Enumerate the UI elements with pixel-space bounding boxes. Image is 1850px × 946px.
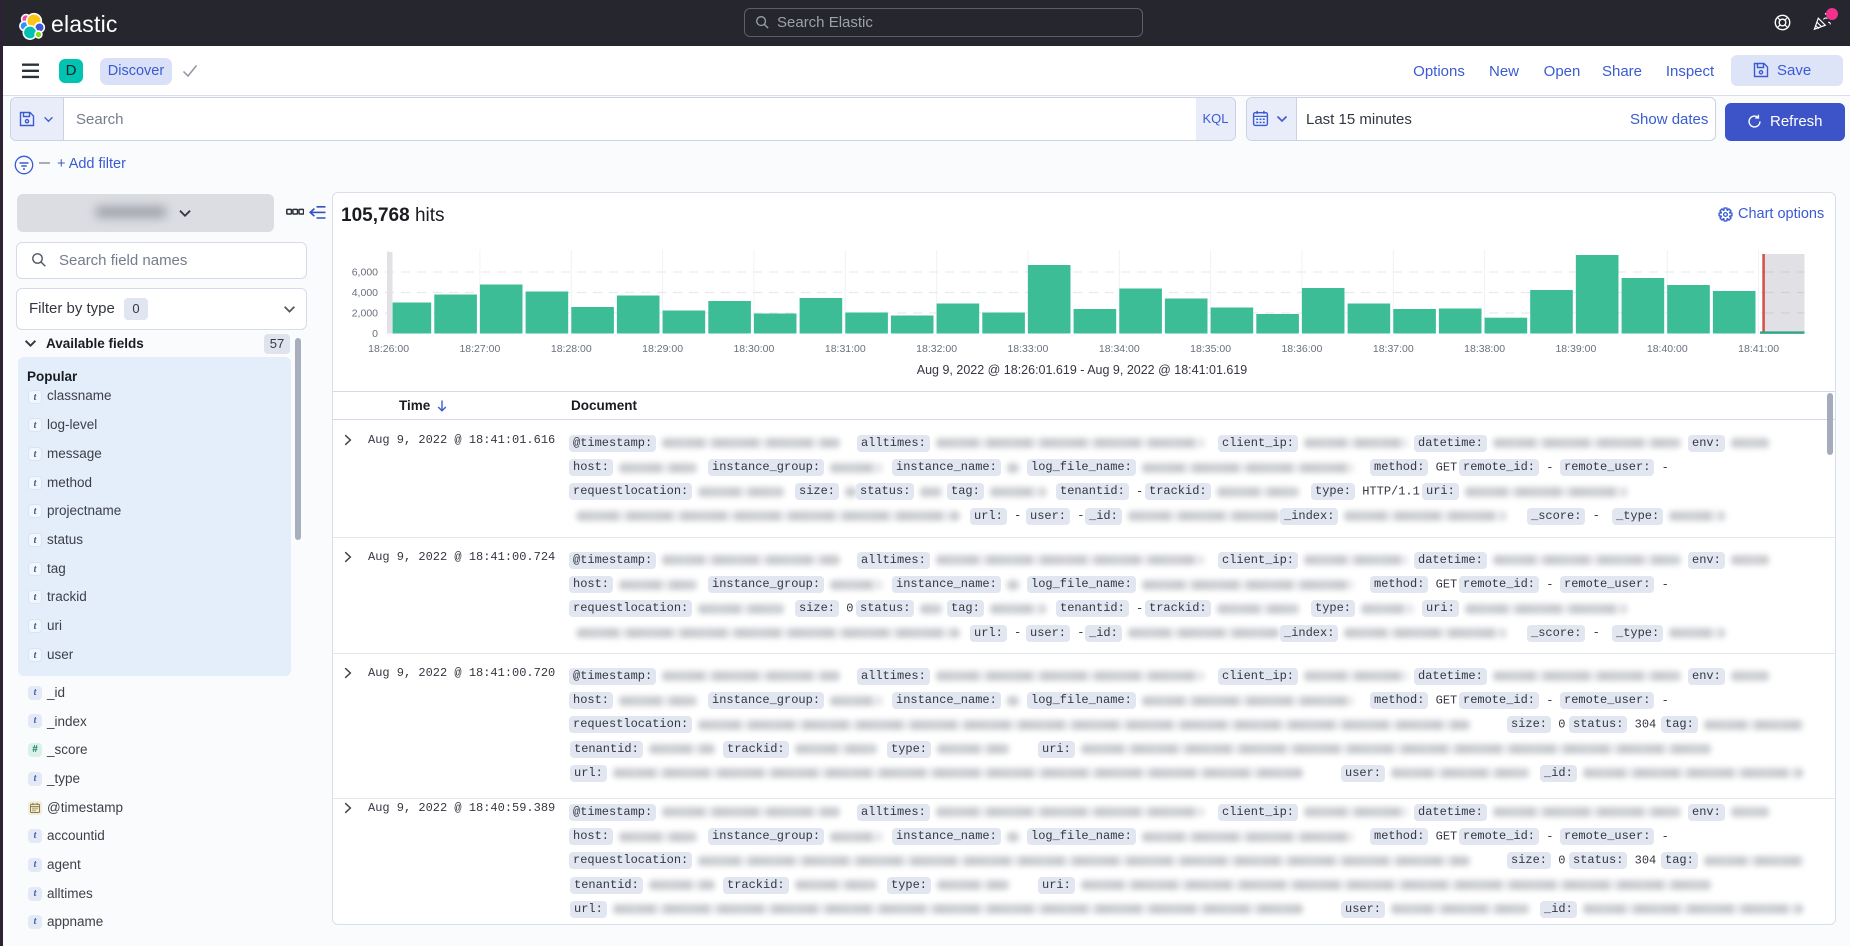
svg-text:18:38:00: 18:38:00	[1464, 343, 1505, 355]
svg-text:18:32:00: 18:32:00	[916, 343, 957, 355]
svg-text:18:31:00: 18:31:00	[825, 343, 866, 355]
svg-text:18:30:00: 18:30:00	[733, 343, 774, 355]
svg-text:18:41:00: 18:41:00	[1738, 343, 1779, 355]
svg-text:18:34:00: 18:34:00	[1099, 343, 1140, 355]
svg-text:18:29:00: 18:29:00	[642, 343, 683, 355]
svg-text:18:40:00: 18:40:00	[1647, 343, 1688, 355]
svg-text:18:33:00: 18:33:00	[1007, 343, 1048, 355]
svg-text:18:27:00: 18:27:00	[459, 343, 500, 355]
svg-text:0: 0	[372, 328, 378, 340]
svg-text:18:36:00: 18:36:00	[1281, 343, 1322, 355]
svg-text:6,000: 6,000	[352, 267, 378, 279]
svg-text:4,000: 4,000	[352, 287, 378, 299]
svg-text:18:26:00: 18:26:00	[368, 343, 409, 355]
svg-text:18:35:00: 18:35:00	[1190, 343, 1231, 355]
svg-text:2,000: 2,000	[352, 308, 378, 320]
svg-text:18:37:00: 18:37:00	[1373, 343, 1414, 355]
svg-text:18:39:00: 18:39:00	[1555, 343, 1596, 355]
svg-text:18:28:00: 18:28:00	[551, 343, 592, 355]
